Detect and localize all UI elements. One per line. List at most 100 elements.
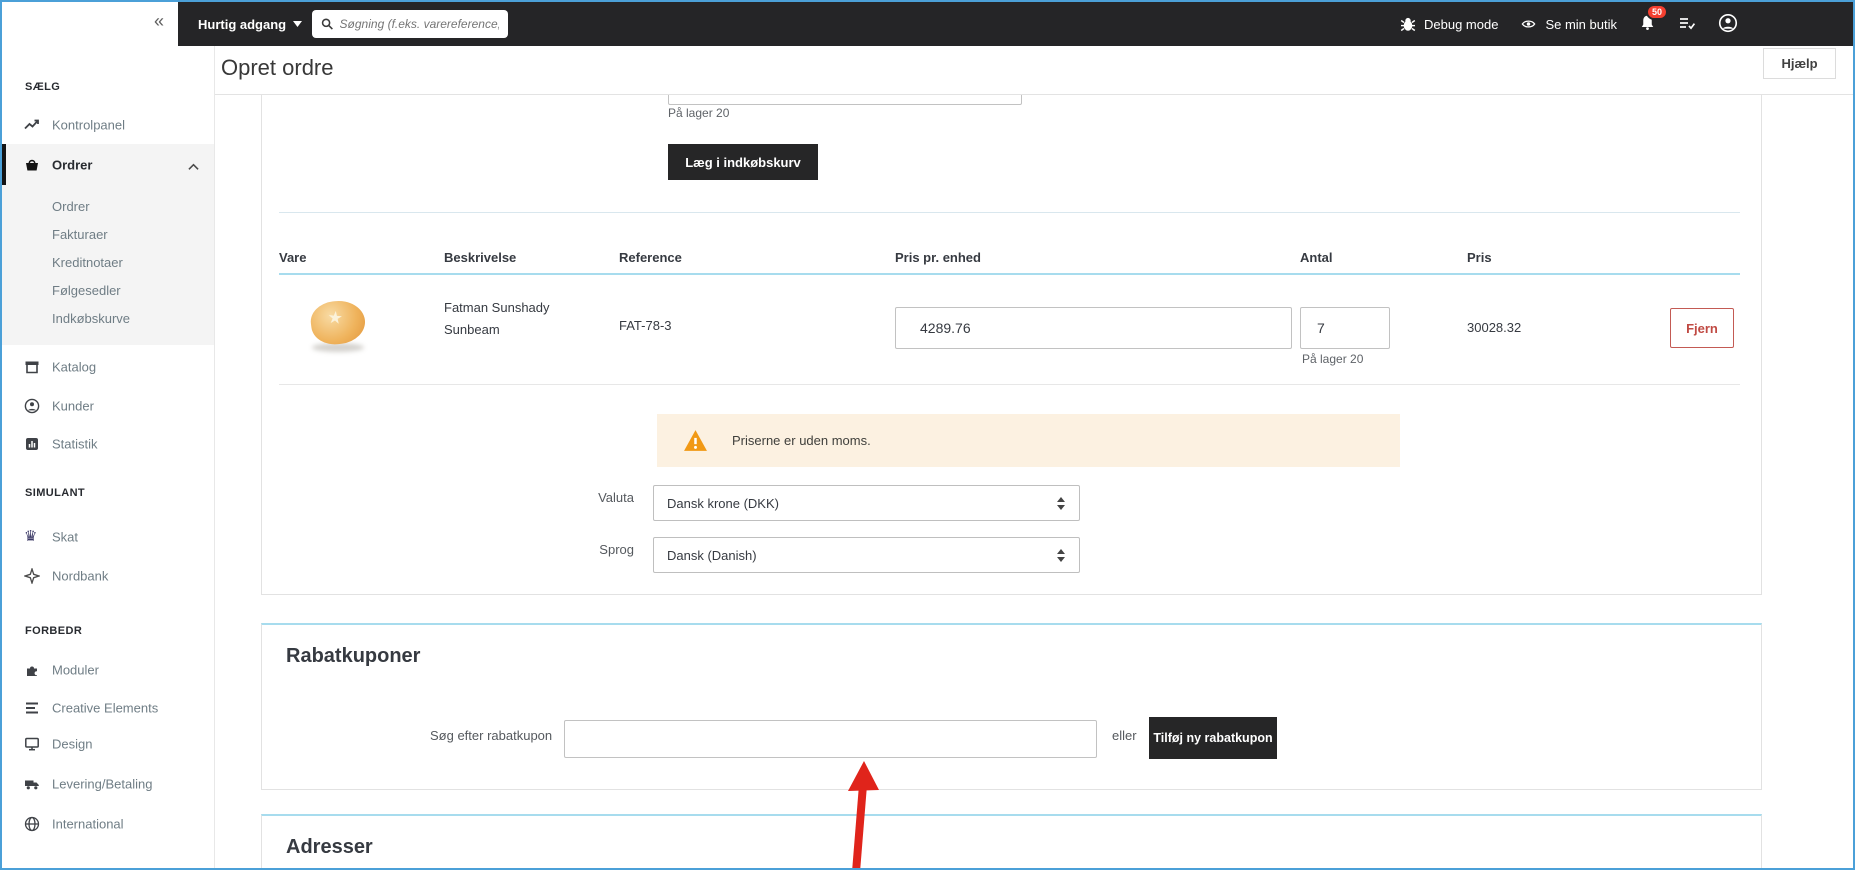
voucher-search-label: Søg efter rabatkupon <box>430 728 530 743</box>
caret-down-icon <box>293 21 302 27</box>
row-bottom-divider <box>279 384 1740 385</box>
sidebar-subitem-folgesedler[interactable]: Følgesedler <box>52 276 121 304</box>
puzzle-icon <box>24 662 40 678</box>
product-name-line1: Fatman Sunshady <box>444 300 550 315</box>
truck-icon <box>24 776 40 792</box>
topbar-actions: Debug mode Se min butik 50 <box>1400 2 1738 46</box>
row-stock-note: På lager 20 <box>1302 352 1363 366</box>
sidebar: SÆLG Kontrolpanel Ordrer Ordrer Fakturae… <box>2 46 215 868</box>
search-icon <box>321 17 334 31</box>
sidebar-section-saelg: SÆLG <box>25 81 60 93</box>
unit-price-input[interactable] <box>895 307 1292 349</box>
basket-icon <box>24 157 40 173</box>
debug-mode-label: Debug mode <box>1424 17 1498 32</box>
debug-mode-button[interactable]: Debug mode <box>1400 16 1498 32</box>
table-top-divider <box>279 212 1740 213</box>
crown-icon: ♛ <box>24 529 40 545</box>
globe-icon <box>24 816 40 832</box>
main-content: På lager 20 Læg i indkøbskurv Vare Beskr… <box>215 95 1853 868</box>
currency-select[interactable]: Dansk krone (DKK) <box>653 485 1080 521</box>
col-header-vare: Vare <box>279 250 306 265</box>
sidebar-item-ordrer[interactable]: Ordrer <box>2 144 214 185</box>
notification-count-badge: 50 <box>1646 4 1668 20</box>
sidebar-item-international[interactable]: International <box>2 805 214 843</box>
bug-icon <box>1400 16 1416 32</box>
remove-product-button[interactable]: Fjern <box>1670 308 1734 348</box>
store-icon <box>24 359 40 375</box>
stock-note: På lager 20 <box>668 106 729 120</box>
page-header: Opret ordre Hjælp <box>215 46 1853 95</box>
help-button[interactable]: Hjælp <box>1763 48 1836 79</box>
currency-value: Dansk krone (DKK) <box>667 496 779 511</box>
col-header-antal: Antal <box>1300 250 1333 265</box>
addresses-title: Adresser <box>286 836 373 859</box>
notifications-button[interactable]: 50 <box>1639 14 1656 34</box>
page-title: Opret ordre <box>221 55 334 81</box>
col-header-reference: Reference <box>619 250 682 265</box>
vouchers-title: Rabatkuponer <box>286 645 420 668</box>
col-header-pris: Pris <box>1467 250 1492 265</box>
warning-icon <box>683 429 708 452</box>
product-image-shadow <box>312 343 364 352</box>
list-check-icon <box>1678 15 1696 31</box>
customer-icon <box>24 398 40 414</box>
updown-icon <box>1056 549 1066 562</box>
trend-icon <box>24 117 40 133</box>
language-select[interactable]: Dansk (Danish) <box>653 537 1080 573</box>
language-label: Sprog <box>535 542 634 557</box>
global-search[interactable] <box>312 10 508 38</box>
lines-icon <box>24 700 40 716</box>
voucher-search-input[interactable] <box>564 720 1097 758</box>
sidebar-section-forbedr: FORBEDR <box>25 625 82 637</box>
sidebar-subitem-fakturaer[interactable]: Fakturaer <box>52 220 108 248</box>
quick-access-label: Hurtig adgang <box>198 17 286 32</box>
row-total-price: 30028.32 <box>1467 320 1521 335</box>
product-reference: FAT-78-3 <box>619 318 672 333</box>
star-decoration: ★ <box>327 308 344 329</box>
sidebar-subitem-ordrer[interactable]: Ordrer <box>52 192 90 220</box>
sidebar-item-skat[interactable]: ♛ Skat <box>2 518 214 556</box>
vouchers-panel: Rabatkuponer <box>261 623 1762 790</box>
currency-label: Valuta <box>535 490 634 505</box>
user-icon <box>1718 13 1738 33</box>
bar-chart-icon <box>24 436 40 452</box>
monitor-icon <box>24 736 40 752</box>
topbar: Hurtig adgang Debug mode Se min butik <box>178 2 1853 46</box>
sidebar-item-nordbank[interactable]: Nordbank <box>2 557 214 595</box>
vat-warning-banner: Priserne er uden moms. <box>657 414 1400 467</box>
col-header-pris-pr-enhed: Pris pr. enhed <box>895 250 981 265</box>
eye-icon <box>1520 17 1537 31</box>
activity-feed-button[interactable] <box>1678 15 1696 34</box>
add-voucher-button[interactable]: Tilføj ny rabatkupon <box>1149 717 1277 759</box>
sidebar-item-statistik[interactable]: Statistik <box>2 425 214 463</box>
view-shop-button[interactable]: Se min butik <box>1520 17 1617 32</box>
quick-access-menu[interactable]: Hurtig adgang <box>198 2 302 46</box>
sidebar-subitem-kreditnotaer[interactable]: Kreditnotaer <box>52 248 123 276</box>
sidebar-item-creative-elements[interactable]: Creative Elements <box>2 689 214 727</box>
sidebar-item-kontrolpanel[interactable]: Kontrolpanel <box>2 106 214 144</box>
vat-warning-text: Priserne er uden moms. <box>732 433 871 448</box>
search-input[interactable] <box>340 17 499 31</box>
sidebar-item-kunder[interactable]: Kunder <box>2 387 214 425</box>
collapse-sidebar-button[interactable]: « <box>154 11 164 32</box>
create-order-page: Hurtig adgang Debug mode Se min butik <box>0 0 1855 870</box>
chevron-up-icon[interactable] <box>188 159 199 174</box>
view-shop-label: Se min butik <box>1545 17 1617 32</box>
add-to-cart-button[interactable]: Læg i indkøbskurv <box>668 144 818 180</box>
updown-icon <box>1056 497 1066 510</box>
sparkle-icon <box>24 568 40 584</box>
sidebar-subitem-indkobskurve[interactable]: Indkøbskurve <box>52 304 130 332</box>
sidebar-item-moduler[interactable]: Moduler <box>2 651 214 689</box>
quantity-input[interactable] <box>1300 307 1390 349</box>
sidebar-item-design[interactable]: Design <box>2 725 214 763</box>
col-header-beskrivelse: Beskrivelse <box>444 250 516 265</box>
addresses-panel: Adresser <box>261 814 1762 870</box>
table-header-underline <box>279 273 1740 275</box>
sidebar-header: « <box>2 2 178 46</box>
product-name-line2: Sunbeam <box>444 322 500 337</box>
language-value: Dansk (Danish) <box>667 548 757 563</box>
sidebar-item-katalog[interactable]: Katalog <box>2 348 214 386</box>
sidebar-item-levering-betaling[interactable]: Levering/Betaling <box>2 765 214 803</box>
annotation-arrow <box>830 757 890 870</box>
account-button[interactable] <box>1718 13 1738 36</box>
